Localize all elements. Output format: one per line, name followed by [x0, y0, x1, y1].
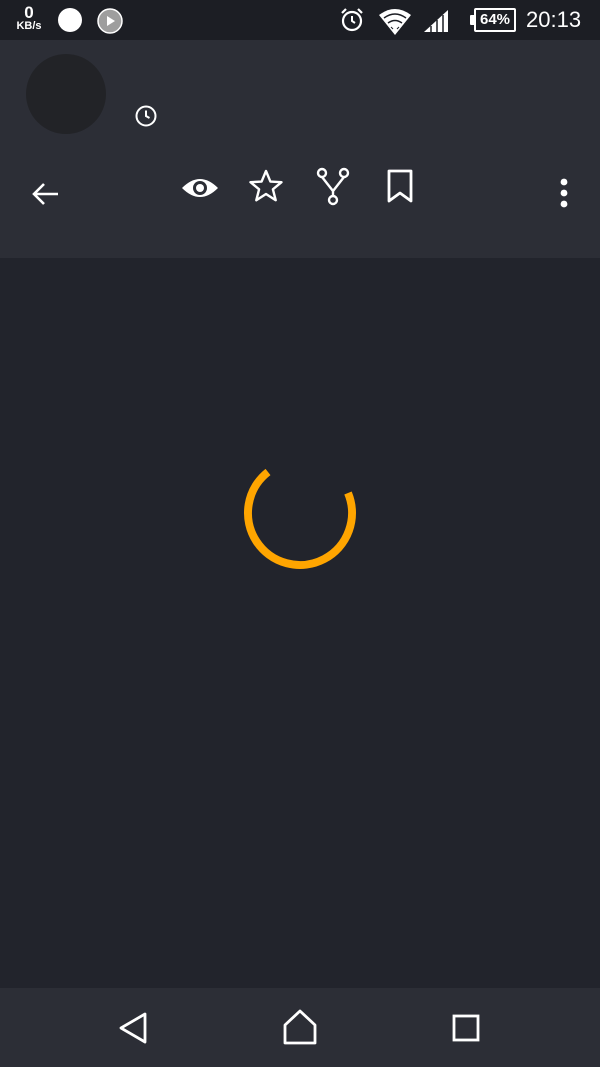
status-bar: 0 KB/s 64% 20:13	[0, 0, 600, 40]
wifi-icon	[379, 9, 411, 35]
bookmark-icon[interactable]	[384, 168, 416, 204]
battery-icon: 64%	[470, 8, 516, 32]
avatar[interactable]	[26, 54, 106, 134]
alarm-icon	[341, 8, 363, 32]
nav-recent-icon[interactable]	[450, 1012, 482, 1044]
cell-signal-icon	[424, 10, 448, 32]
nav-back-icon[interactable]	[116, 1010, 152, 1046]
play-store-icon	[97, 8, 123, 34]
loading-spinner-icon	[244, 468, 356, 569]
back-arrow-icon[interactable]	[28, 176, 64, 212]
more-vert-icon[interactable]	[550, 176, 578, 212]
fork-icon[interactable]	[314, 166, 352, 206]
nav-home-icon[interactable]	[280, 1008, 320, 1046]
network-speed-unit: KB/s	[16, 20, 42, 32]
eye-icon[interactable]	[180, 170, 220, 206]
system-nav-bar	[0, 988, 600, 1067]
battery-percent: 64%	[474, 8, 516, 32]
notification-dot-icon	[58, 8, 82, 32]
network-speed-value: 0	[24, 3, 34, 22]
repo-header	[0, 40, 600, 258]
clock-icon	[135, 105, 157, 127]
content-area	[0, 258, 600, 988]
star-icon[interactable]	[248, 168, 284, 204]
clock-time: 20:13	[526, 7, 582, 32]
network-speed: 0 KB/s	[12, 4, 46, 32]
